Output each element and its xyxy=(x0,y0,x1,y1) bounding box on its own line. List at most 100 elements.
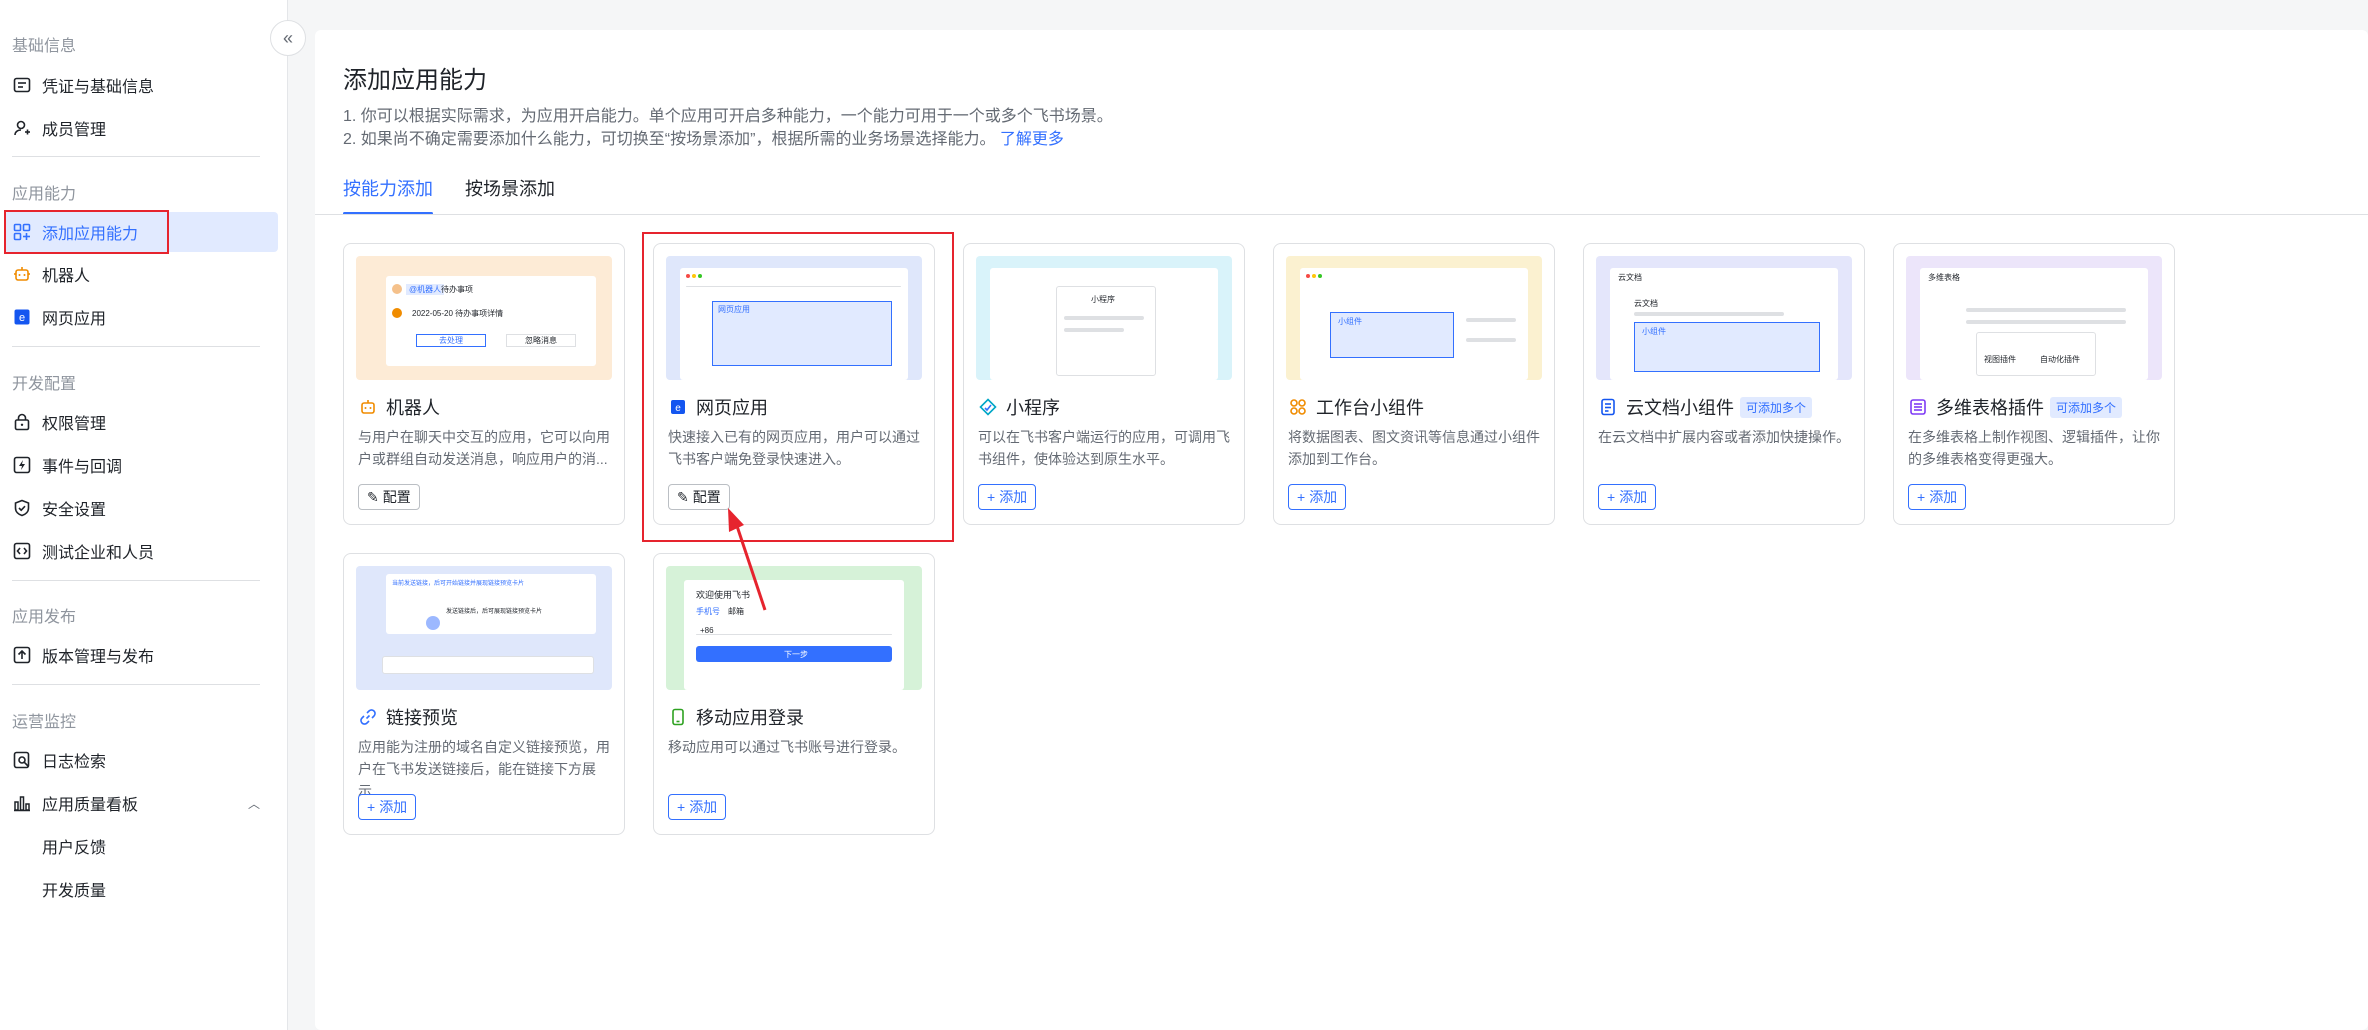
sidebar-item-members[interactable]: 成员管理 xyxy=(0,108,278,148)
learn-more-link[interactable]: 了解更多 xyxy=(1000,131,1064,148)
grid-add-icon xyxy=(12,222,32,242)
add-member-icon xyxy=(12,118,32,138)
sidebar-item-permissions[interactable]: 权限管理 xyxy=(0,402,278,442)
plus-icon: + xyxy=(1917,489,1926,505)
card-title-row: 多维表格插件 可添加多个 xyxy=(1908,394,2123,420)
svg-text:e: e xyxy=(675,403,681,414)
docs-widget-preview-image: 云文档 云文档 小组件 xyxy=(1596,256,1852,380)
thumb-text: 小组件 xyxy=(1338,317,1362,326)
sidebar-item-label: 网页应用 xyxy=(42,311,107,328)
button-label: 添加 xyxy=(689,799,718,815)
thumb-text: 欢迎使用飞书 xyxy=(696,590,751,600)
description-line-1: 1. 你可以根据实际需求，为应用开启能力。单个应用可开启多种能力，一个能力可用于… xyxy=(343,108,1113,125)
link-icon xyxy=(358,707,378,727)
sidebar-item-web-app[interactable]: e 网页应用 xyxy=(0,297,278,337)
miniprogram-icon xyxy=(978,397,998,417)
multi-add-badge: 可添加多个 xyxy=(2050,396,2123,418)
thumb-text: 忽略消息 xyxy=(506,334,576,347)
page-title: 添加应用能力 xyxy=(343,67,487,94)
nav-group-title-monitoring: 运营监控 xyxy=(12,714,77,731)
plus-icon: + xyxy=(367,799,376,815)
thumb-text: 去处理 xyxy=(416,334,486,347)
description-line-2: 2. 如果尚不确定需要添加什么能力，可切换至“按场景添加”，根据所需的业务场景选… xyxy=(343,125,1064,149)
web-app-preview-image: 网页应用 xyxy=(666,256,922,380)
sidebar-item-label: 测试企业和人员 xyxy=(42,545,155,562)
collapse-sidebar-button[interactable]: « xyxy=(270,20,306,56)
capability-card-docs-widget[interactable]: 云文档 云文档 小组件 云文档小组件 可添加多个 在云文档中扩展内容或者添加快捷… xyxy=(1583,243,1865,525)
nav-group-title-publish: 应用发布 xyxy=(12,609,77,626)
capability-card-workbench-widget[interactable]: 小组件 工作台小组件 将数据图表、图文资讯等信息通过小组件添加到工作台。 + 添… xyxy=(1273,243,1555,525)
card-description: 在多维表格上制作视图、逻辑插件，让你的多维表格变得更强大。 xyxy=(1908,429,2160,467)
button-label: 添加 xyxy=(1309,489,1338,505)
robot-preview-image: @机器人 待办事项 2022-05-20 待办事项详情 去处理 忽略消息 xyxy=(356,256,612,380)
card-title-row: 链接预览 xyxy=(358,704,458,730)
add-mobile-login-button[interactable]: + 添加 xyxy=(668,794,727,820)
base-plugin-preview-image: 多维表格 视图插件 自动化插件 xyxy=(1906,256,2162,380)
sidebar-item-robot[interactable]: 机器人 xyxy=(0,254,278,294)
link-preview-preview-image: 当前发送链接，后可开始链接并展现链接预览卡片 发送链接后，后可展现链接预览卡片 xyxy=(356,566,612,690)
id-card-icon xyxy=(12,75,32,95)
sidebar-item-label: 安全设置 xyxy=(42,502,107,519)
capability-card-robot[interactable]: @机器人 待办事项 2022-05-20 待办事项详情 去处理 忽略消息 机器人… xyxy=(343,243,625,525)
sidebar-item-version-release[interactable]: 版本管理与发布 xyxy=(0,635,278,675)
card-title: 云文档小组件 xyxy=(1626,398,1734,418)
button-label: 配置 xyxy=(692,489,721,505)
sidebar-item-quality-board[interactable]: 应用质量看板 ︿ xyxy=(0,783,278,823)
sidebar-item-label: 添加应用能力 xyxy=(42,226,139,243)
thumb-text: 多维表格 xyxy=(1928,273,1960,282)
thumb-text: 下一步 xyxy=(784,650,808,659)
capability-card-base-plugin[interactable]: 多维表格 视图插件 自动化插件 多维表格插件 可添加多个 在多维表格上制作视图、… xyxy=(1893,243,2175,525)
tab-by-capability[interactable]: 按能力添加 xyxy=(343,175,433,215)
thumb-text: 发送链接后，后可展现链接预览卡片 xyxy=(446,609,543,615)
card-title-row: 移动应用登录 xyxy=(668,704,804,730)
sidebar-item-label: 凭证与基础信息 xyxy=(42,79,155,96)
widget-icon xyxy=(1288,397,1308,417)
capability-card-miniprogram[interactable]: 小程序 小程序 可以在飞书客户端运行的应用，可调用飞书组件，使体验达到原生水平。… xyxy=(963,243,1245,525)
add-docs-widget-button[interactable]: + 添加 xyxy=(1598,484,1657,510)
robot-icon xyxy=(12,264,32,284)
nav-group-title-dev-config: 开发配置 xyxy=(12,376,77,393)
base-table-icon xyxy=(1908,397,1928,417)
nav-divider xyxy=(12,346,260,347)
configure-web-app-button[interactable]: ✎ 配置 xyxy=(668,484,730,510)
thumb-text: 待办事项 xyxy=(441,285,473,294)
capability-card-link-preview[interactable]: 当前发送链接，后可开始链接并展现链接预览卡片 发送链接后，后可展现链接预览卡片 … xyxy=(343,553,625,835)
thumb-text: 视图插件 xyxy=(1984,355,2016,364)
add-link-preview-button[interactable]: + 添加 xyxy=(358,794,417,820)
thumb-text: 2022-05-20 待办事项详情 xyxy=(412,309,504,318)
sidebar-item-label: 日志检索 xyxy=(42,754,107,771)
card-description: 在云文档中扩展内容或者添加快捷操作。 xyxy=(1598,429,1850,445)
card-description: 可以在飞书客户端运行的应用，可调用飞书组件，使体验达到原生水平。 xyxy=(978,429,1230,467)
description-text: 2. 如果尚不确定需要添加什么能力，可切换至“按场景添加”，根据所需的业务场景选… xyxy=(343,131,996,148)
sidebar-item-events[interactable]: 事件与回调 xyxy=(0,445,278,485)
sidebar-item-add-capability[interactable]: 添加应用能力 xyxy=(4,212,278,252)
thumb-text: 云文档 xyxy=(1634,299,1658,308)
sidebar-item-user-feedback[interactable]: 用户反馈 xyxy=(0,826,278,866)
thumb-text: 小程序 xyxy=(1091,295,1115,304)
sidebar-item-label: 版本管理与发布 xyxy=(42,649,155,666)
thumb-text: @机器人 xyxy=(406,284,445,295)
plus-icon: + xyxy=(1607,489,1616,505)
sidebar-item-label: 用户反馈 xyxy=(42,840,107,857)
configure-robot-button[interactable]: ✎ 配置 xyxy=(358,484,420,510)
add-base-plugin-button[interactable]: + 添加 xyxy=(1908,484,1967,510)
tab-by-scenario[interactable]: 按场景添加 xyxy=(465,175,555,215)
button-label: 添加 xyxy=(1619,489,1648,505)
thumb-text: 网页应用 xyxy=(718,305,750,314)
thumb-text: 邮箱 xyxy=(728,607,744,616)
sidebar-item-test-enterprise[interactable]: 测试企业和人员 xyxy=(0,531,278,571)
log-search-icon xyxy=(12,750,32,770)
sidebar-item-dev-quality[interactable]: 开发质量 xyxy=(0,869,278,909)
card-description: 移动应用可以通过飞书账号进行登录。 xyxy=(668,739,906,755)
sidebar-item-security[interactable]: 安全设置 xyxy=(0,488,278,528)
card-title-row: 小程序 xyxy=(978,394,1060,420)
lock-icon xyxy=(12,412,32,432)
add-workbench-widget-button[interactable]: + 添加 xyxy=(1288,484,1347,510)
capability-card-web-app[interactable]: 网页应用 e 网页应用 快速接入已有的网页应用，用户可以通过飞书客户端免登录快速… xyxy=(653,243,935,525)
sidebar-item-log-search[interactable]: 日志检索 xyxy=(0,740,278,780)
sidebar-item-credentials[interactable]: 凭证与基础信息 xyxy=(0,65,278,105)
capability-card-mobile-login[interactable]: 欢迎使用飞书 手机号 邮箱 +86 下一步 移动应用登录 移动应用可以通过飞书账… xyxy=(653,553,935,835)
edit-icon: ✎ xyxy=(677,488,689,505)
button-label: 配置 xyxy=(382,489,411,505)
add-miniprogram-button[interactable]: + 添加 xyxy=(978,484,1037,510)
